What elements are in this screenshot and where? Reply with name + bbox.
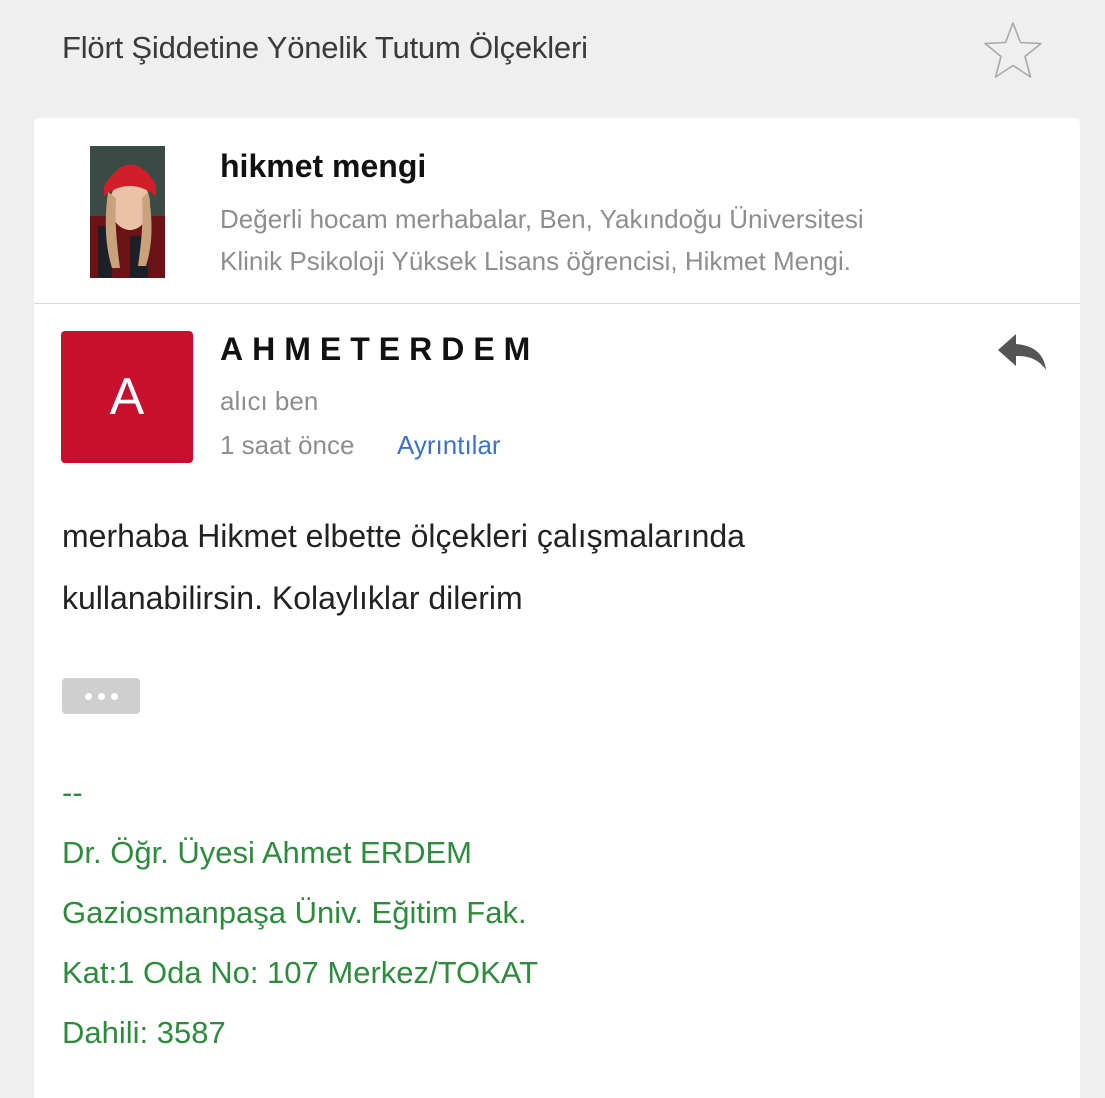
details-link[interactable]: Ayrıntılar xyxy=(397,430,501,461)
show-trimmed-content-button[interactable] xyxy=(62,678,140,714)
sender-avatar-photo xyxy=(90,146,165,278)
reply-icon[interactable] xyxy=(996,332,1048,372)
recipient-line: alıcı ben xyxy=(220,386,319,416)
collapsed-message[interactable]: hikmet mengi Değerli hocam merhabalar, B… xyxy=(34,118,1080,304)
email-signature: -- Dr. Öğr. Üyesi Ahmet ERDEM Gaziosmanp… xyxy=(62,763,1022,1063)
previous-sender-name: hikmet mengi xyxy=(220,148,427,184)
ellipsis-dot xyxy=(84,692,92,700)
message-timestamp: 1 saat önce xyxy=(220,430,355,460)
snippet-fade xyxy=(940,243,1030,285)
ellipsis-dot xyxy=(97,692,105,700)
signature-faculty: Gaziosmanpaşa Üniv. Eğitim Fak. xyxy=(62,895,527,930)
signature-separator: -- xyxy=(62,775,83,810)
signature-extension: Dahili: 3587 xyxy=(62,1015,226,1050)
sender-name: AHMETERDEM xyxy=(220,331,540,367)
message-body: merhaba Hikmet elbette ölçekleri çalışma… xyxy=(62,518,745,616)
signature-name: Dr. Öğr. Üyesi Ahmet ERDEM xyxy=(62,835,472,870)
ellipsis-dot xyxy=(110,692,118,700)
conversation-card: hikmet mengi Değerli hocam merhabalar, B… xyxy=(34,118,1080,1098)
subject-title: Flört Şiddetine Yönelik Tutum Ölçekleri xyxy=(62,30,588,65)
sender-avatar: A xyxy=(61,331,193,463)
subject-bar: Flört Şiddetine Yönelik Tutum Ölçekleri xyxy=(0,0,1105,118)
star-icon[interactable] xyxy=(982,20,1044,80)
signature-office: Kat:1 Oda No: 107 Merkez/TOKAT xyxy=(62,955,539,990)
previous-message-snippet: Değerli hocam merhabalar, Ben, Yakındoğu… xyxy=(220,204,864,276)
